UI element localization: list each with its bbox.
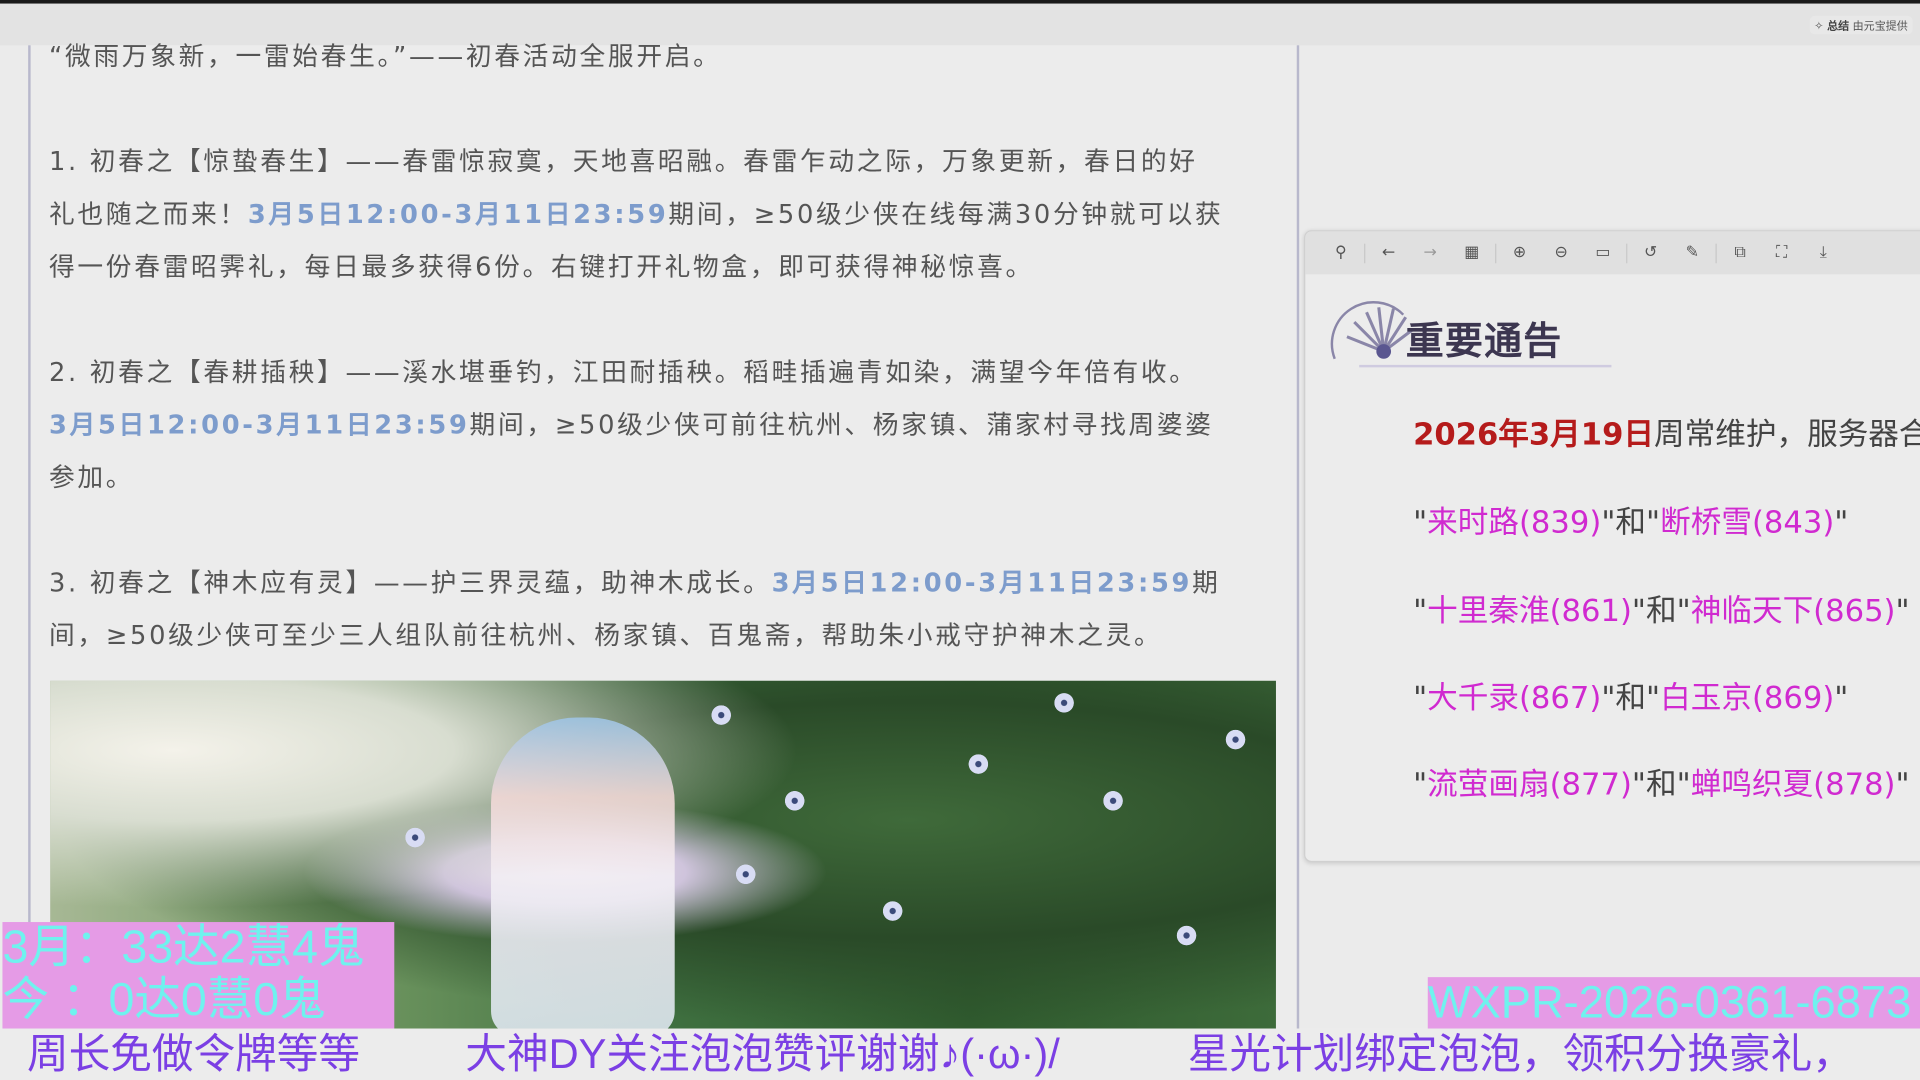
flower [711,705,731,725]
server-name: 蝉鸣织夏(878) [1691,767,1896,803]
stream-code-overlay: WXPR-2026-0361-6873 [1428,977,1920,1028]
maintenance-line: 2026年3月19日周常维护，服务器合 [1413,410,1920,454]
server-merge-pair: "流萤画扇(877)"和"蝉鸣织夏(878)" [1413,760,1910,804]
article-content: “微雨万象新，一雷始春生。”——初春活动全服开启。 1. 初春之【惊蛰春生】——… [28,45,1299,1028]
edit-icon[interactable]: ✎ [1671,238,1713,267]
item3-line2: 间，≥50级少侠可至少三人组队前往杭州、杨家镇、百鬼斋，帮助朱小戒守护神木之灵。 [49,610,1162,663]
sparkle-icon: ✧ [1814,21,1823,33]
image-viewer-window: ⚲ ← → ▦ ⊕ ⊖ ▭ ↺ ✎ ⧉ ⛶ ⤓ 重要通告 2026年3月19日周… [1304,230,1920,862]
flower [883,901,903,921]
text: 和 [1615,680,1646,716]
extract-text-icon[interactable]: ⛶ [1761,238,1803,267]
flower [405,828,425,848]
ticker-item: 大神DY关注泡泡赞评谢谢♪(·ω·)/ [465,1029,1060,1080]
flower [969,754,989,774]
article-intro: “微雨万象新，一雷始春生。”——初春活动全服开启。 [49,31,722,84]
flower [785,791,805,811]
server-name: 十里秦淮(861) [1427,593,1632,629]
summary-provider: 由元宝提供 [1853,21,1908,33]
monthly-stats: 3月：33达2慧4鬼 [2,922,394,975]
item1-line2: 礼也随之而来！3月5日12:00-3月11日23:59期间，≥50级少侠在线每满… [49,189,1223,242]
text: 3. 初春之【神木应有灵】——护三界灵蕴，助神木成长。 [49,568,772,597]
summary-label: 总结 [1827,21,1849,33]
item2-line1: 2. 初春之【春耕插秧】——溪水堪垂钓，江田耐插秧。稻畦插遍青如染，满望今年倍有… [49,347,1198,400]
server-merge-pair: "十里秦淮(861)"和"神临天下(865)" [1413,587,1910,631]
text: 期间，≥50级少侠在线每满30分钟就可以获 [668,200,1223,229]
stream-stats-overlay: 3月：33达2慧4鬼 今 ：0达0慧0鬼 [2,922,394,1029]
title-underline [1359,365,1611,367]
server-name: 来时路(839) [1427,504,1601,540]
flower [1103,791,1123,811]
flower [1054,693,1074,713]
forward-arrow-icon[interactable]: → [1409,238,1451,267]
download-icon[interactable]: ⤓ [1802,238,1844,267]
scrolling-ticker: 周长免做令牌等等 大神DY关注泡泡赞评谢谢♪(·ω·)/ 星光计划绑定泡泡，领积… [0,1029,1920,1080]
item1-line1: 1. 初春之【惊蛰春生】——春雷惊寂寞，天地喜昭融。春雷乍动之际，万象更新，春日… [49,136,1198,189]
ai-summary-button[interactable]: ✧ 总结 由元宝提供 [1809,16,1912,34]
translate-icon[interactable]: ⧉ [1719,238,1761,267]
event-time: 3月5日12:00-3月11日23:59 [248,200,669,229]
daily-stats: 今 ：0达0慧0鬼 [2,975,394,1028]
server-name: 断桥雪(843) [1660,504,1834,540]
back-arrow-icon[interactable]: ← [1368,238,1410,267]
character-figure [491,718,675,1029]
item1-line3: 得一份春雷昭霁礼，每日最多获得6份。右键打开礼物盒，即可获得神秘惊喜。 [49,241,1034,294]
viewer-toolbar: ⚲ ← → ▦ ⊕ ⊖ ▭ ↺ ✎ ⧉ ⛶ ⤓ [1305,231,1920,274]
text: 和 [1646,593,1677,629]
flower [1226,730,1246,750]
item2-line2: 3月5日12:00-3月11日23:59期间，≥50级少侠可前往杭州、杨家镇、蒲… [49,399,1214,452]
zoom-out-icon[interactable]: ⊖ [1540,238,1582,267]
rotate-icon[interactable]: ↺ [1630,238,1672,267]
event-time: 3月5日12:00-3月11日23:59 [49,410,470,439]
screen: ✧ 总结 由元宝提供 “微雨万象新，一雷始春生。”——初春活动全服开启。 1. … [0,0,1920,1080]
text: 期间，≥50级少侠可前往杭州、杨家镇、蒲家村寻找周婆婆 [470,410,1214,439]
text: 礼也随之而来！ [49,200,248,229]
fan-logo-icon [1330,300,1413,364]
text: 期 [1192,568,1220,597]
actual-size-icon[interactable]: ▭ [1582,238,1624,267]
server-name: 白玉京(869) [1660,680,1834,716]
notice-title: 重要通告 [1406,310,1563,365]
server-name: 大千录(867) [1427,680,1601,716]
server-merge-pair: "来时路(839)"和"断桥雪(843)" [1413,498,1848,542]
ticker-item: 星光计划绑定泡泡，领积分换豪礼， [1188,1029,1854,1080]
server-merge-pair: "大千录(867)"和"白玉京(869)" [1413,673,1848,717]
server-name: 神临天下(865) [1691,593,1896,629]
text: 周常维护，服务器合 [1654,416,1920,452]
flower [736,864,756,884]
grid-view-icon[interactable]: ▦ [1451,238,1493,267]
maintenance-date: 2026年3月19日 [1413,416,1654,452]
pin-icon[interactable]: ⚲ [1320,238,1362,267]
ticker-item: 周长免做令牌等等 [27,1029,360,1080]
item3-line1: 3. 初春之【神木应有灵】——护三界灵蕴，助神木成长。3月5日12:00-3月1… [49,557,1221,610]
text: 和 [1646,767,1677,803]
event-time: 3月5日12:00-3月11日23:59 [772,568,1193,597]
text: 和 [1615,504,1646,540]
flower [1177,926,1197,946]
server-name: 流萤画扇(877) [1427,767,1632,803]
item2-line3: 参加。 [49,452,134,505]
zoom-in-icon[interactable]: ⊕ [1499,238,1541,267]
